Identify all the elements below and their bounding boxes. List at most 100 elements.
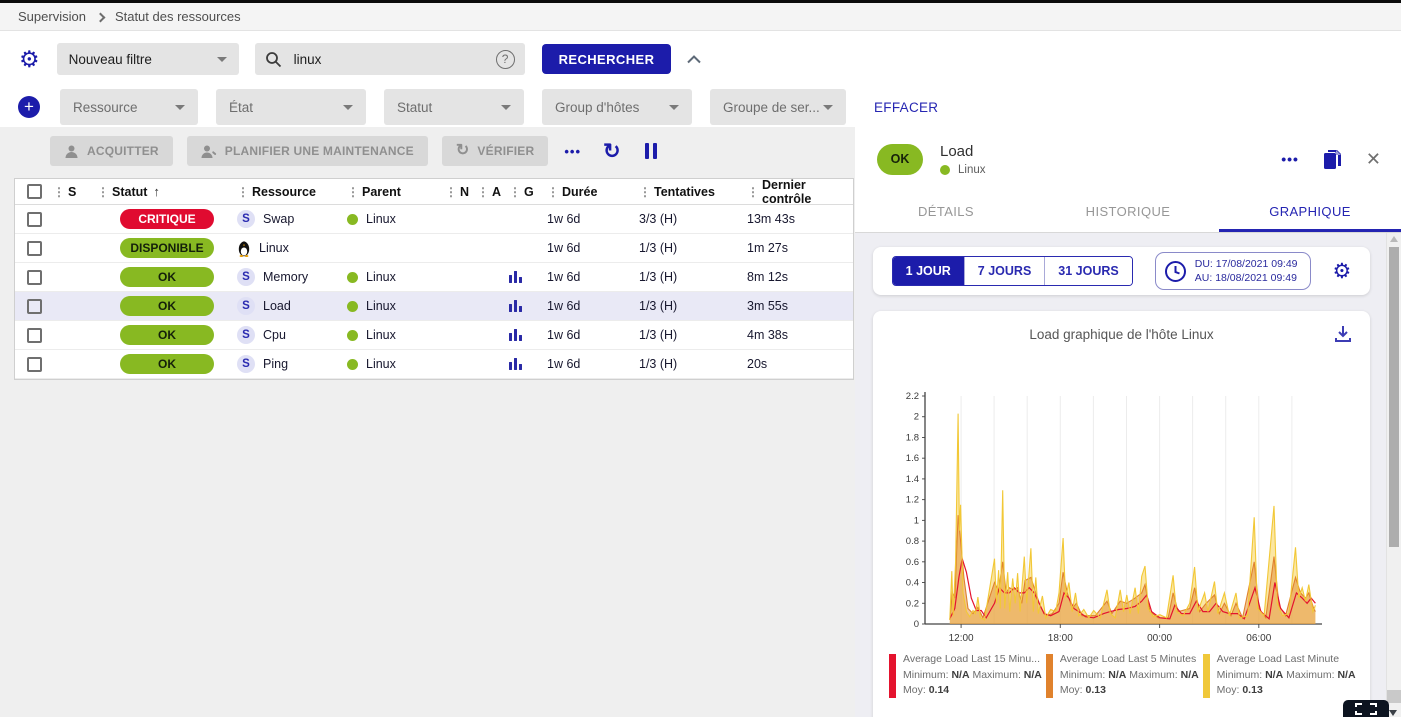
filter-settings-gear-icon[interactable]: ⚙: [19, 48, 40, 71]
row-checkbox[interactable]: [27, 328, 42, 343]
period-31-days-button[interactable]: 31 JOURS: [1044, 257, 1131, 285]
help-icon[interactable]: ?: [496, 50, 515, 69]
person-icon: [64, 144, 79, 159]
acknowledge-button[interactable]: ACQUITTER: [50, 136, 173, 166]
graph-settings-gear-icon[interactable]: ⚙: [1333, 259, 1352, 284]
resource-name[interactable]: Swap: [263, 212, 294, 226]
breadcrumb-item-supervision[interactable]: Supervision: [18, 9, 86, 24]
tab-details[interactable]: DÉTAILS: [855, 191, 1037, 232]
search-button[interactable]: RECHERCHER: [542, 44, 672, 74]
check-button[interactable]: ↻ VÉRIFIER: [442, 136, 549, 166]
row-checkbox[interactable]: [27, 299, 42, 314]
clear-filters-button[interactable]: EFFACER: [874, 100, 938, 115]
search-input[interactable]: linux ?: [255, 43, 525, 75]
duration-value: 1w 6d: [547, 212, 639, 226]
resource-name[interactable]: Ping: [263, 357, 288, 371]
period-1-day-button[interactable]: 1 JOUR: [893, 257, 964, 285]
date-from: 17/08/2021 09:49: [1216, 258, 1298, 270]
parent-name[interactable]: Linux: [366, 212, 396, 226]
criteria-servicegroup-select[interactable]: Groupe de ser...: [710, 89, 846, 125]
panel-more-actions-button[interactable]: •••: [1281, 151, 1299, 167]
table-row[interactable]: DISPONIBLE S Linux 1w 6d 1/3 (H) 1m 27s: [15, 234, 853, 263]
legend-item-load5[interactable]: Average Load Last 5 Minutes Minimum: N/A…: [1046, 652, 1203, 699]
column-dernier-controle[interactable]: Dernier contrôle: [762, 178, 853, 206]
parent-name[interactable]: Linux: [366, 270, 396, 284]
row-checkbox[interactable]: [27, 241, 42, 256]
table-row[interactable]: OK S Memory Linux 1w 6d 1/3 (H) 8m 12s: [15, 263, 853, 292]
tab-graphique[interactable]: GRAPHIQUE: [1219, 191, 1401, 232]
search-value: linux: [294, 52, 496, 67]
panel-scrollbar[interactable]: [1386, 233, 1401, 717]
breadcrumb-item-resource-status[interactable]: Statut des ressources: [115, 9, 241, 24]
drag-handle-icon[interactable]: ⋮: [509, 185, 521, 199]
column-ressource[interactable]: Ressource: [252, 185, 316, 199]
graph-icon[interactable]: [509, 329, 522, 341]
legend-item-load1[interactable]: Average Load Last Minute Minimum: N/A Ma…: [1203, 652, 1360, 699]
row-checkbox[interactable]: [27, 270, 42, 285]
column-statut[interactable]: Statut: [112, 185, 147, 199]
drag-handle-icon[interactable]: ⋮: [445, 185, 457, 199]
scroll-up-arrow-icon[interactable]: [1390, 236, 1398, 242]
criteria-state-select[interactable]: État: [216, 89, 366, 125]
drag-handle-icon[interactable]: ⋮: [639, 185, 651, 199]
parent-status-dot: [347, 301, 358, 312]
date-range-picker[interactable]: DU: 17/08/2021 09:49 AU: 18/08/2021 09:4…: [1155, 252, 1311, 290]
graph-icon[interactable]: [509, 358, 522, 370]
table-row[interactable]: CRITIQUE S Swap Linux 1w 6d 3/3 (H) 13m …: [15, 205, 853, 234]
drag-handle-icon[interactable]: ⋮: [97, 185, 109, 199]
saved-filter-select[interactable]: Nouveau filtre: [57, 43, 239, 75]
parent-name[interactable]: Linux: [366, 328, 396, 342]
parent-name[interactable]: Linux: [366, 357, 396, 371]
scrollbar-thumb[interactable]: [1389, 247, 1399, 547]
resource-name[interactable]: Memory: [263, 270, 308, 284]
screen-record-indicator: [1343, 700, 1389, 717]
column-duree[interactable]: Durée: [562, 185, 597, 199]
graph-icon[interactable]: [509, 300, 522, 312]
drag-handle-icon[interactable]: ⋮: [347, 185, 359, 199]
graph-icon[interactable]: [509, 271, 522, 283]
collapse-filters-chevron-up-icon[interactable]: [687, 55, 701, 64]
drag-handle-icon[interactable]: ⋮: [53, 185, 65, 199]
add-criteria-button[interactable]: +: [18, 96, 40, 118]
parent-status-dot: [940, 165, 950, 175]
refresh-icon[interactable]: ↻: [603, 141, 621, 162]
drag-handle-icon[interactable]: ⋮: [547, 185, 559, 199]
criteria-status-select[interactable]: Statut: [384, 89, 524, 125]
row-checkbox[interactable]: [27, 212, 42, 227]
svg-text:0: 0: [914, 619, 919, 630]
parent-name[interactable]: Linux: [366, 299, 396, 313]
pause-autorefresh-button[interactable]: [645, 143, 657, 159]
column-parent[interactable]: Parent: [362, 185, 401, 199]
resource-name[interactable]: Load: [263, 299, 291, 313]
select-all-checkbox[interactable]: [27, 184, 42, 199]
legend-item-load15[interactable]: Average Load Last 15 Minu... Minimum: N/…: [889, 652, 1046, 699]
drag-handle-icon[interactable]: ⋮: [477, 185, 489, 199]
table-row-selected[interactable]: OK S Load Linux 1w 6d 1/3 (H) 3m 55s: [15, 292, 853, 321]
table-row[interactable]: OK S Cpu Linux 1w 6d 1/3 (H) 4m 38s: [15, 321, 853, 350]
maintenance-worker-icon: [201, 144, 217, 159]
graph-title: Load graphique de l'hôte Linux: [883, 327, 1360, 342]
resource-name[interactable]: Cpu: [263, 328, 286, 342]
date-to: 18/08/2021 09:49: [1215, 272, 1297, 284]
duration-value: 1w 6d: [547, 357, 639, 371]
tries-value: 3/3 (H): [639, 212, 747, 226]
panel-parent-name[interactable]: Linux: [958, 164, 986, 176]
download-icon[interactable]: [1334, 325, 1352, 343]
sort-asc-icon[interactable]: ↑: [153, 184, 160, 199]
more-actions-button[interactable]: •••: [564, 144, 581, 159]
drag-handle-icon[interactable]: ⋮: [237, 185, 249, 199]
row-checkbox[interactable]: [27, 357, 42, 372]
period-7-days-button[interactable]: 7 JOURS: [964, 257, 1045, 285]
load-graph[interactable]: 00.20.40.60.811.21.41.61.822.212:0018:00…: [883, 388, 1360, 650]
drag-handle-icon[interactable]: ⋮: [747, 185, 759, 199]
resource-name[interactable]: Linux: [259, 241, 289, 255]
close-icon[interactable]: ✕: [1366, 149, 1381, 170]
column-tentatives[interactable]: Tentatives: [654, 185, 715, 199]
downtime-button[interactable]: PLANIFIER UNE MAINTENANCE: [187, 136, 428, 166]
criteria-resource-select[interactable]: Ressource: [60, 89, 198, 125]
tab-historique[interactable]: HISTORIQUE: [1037, 191, 1219, 232]
table-row[interactable]: OK S Ping Linux 1w 6d 1/3 (H) 20s: [15, 350, 853, 379]
tries-value: 1/3 (H): [639, 241, 747, 255]
copy-link-icon[interactable]: [1323, 149, 1342, 170]
criteria-hostgroup-select[interactable]: Group d'hôtes: [542, 89, 692, 125]
